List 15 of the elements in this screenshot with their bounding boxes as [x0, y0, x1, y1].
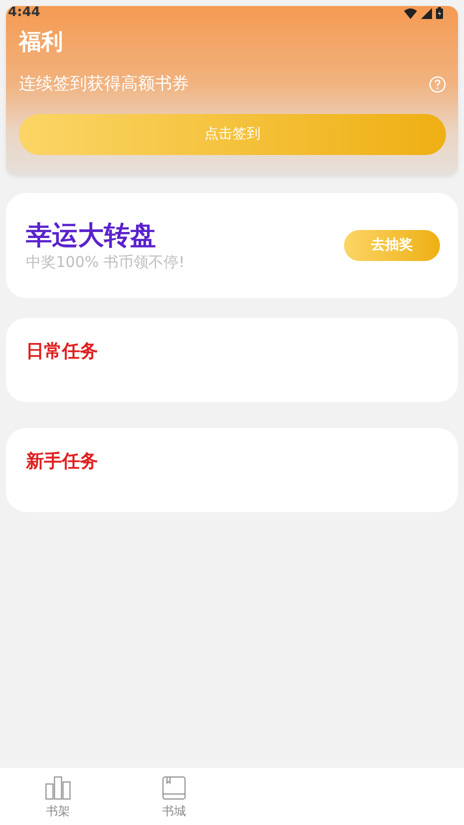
section-title: 日常任务	[26, 340, 99, 364]
card-subtitle: 中奖100% 书币领不停!	[26, 252, 185, 272]
subtitle: 连续签到获得高额书券	[19, 73, 189, 96]
wifi-icon	[404, 8, 417, 18]
status-time: 4:44	[8, 6, 40, 20]
signal-icon	[421, 8, 432, 18]
page-title: 福利	[19, 29, 64, 57]
nav-tab[interactable]: 书架	[0, 768, 116, 825]
section-title: 新手任务	[26, 450, 99, 474]
bookshelf-icon	[45, 776, 71, 800]
battery-icon	[436, 7, 443, 19]
help-icon[interactable]	[429, 76, 446, 92]
card-title: 幸运大转盘	[26, 220, 157, 252]
book-icon	[162, 776, 186, 800]
nav-tab[interactable]: 书城	[116, 768, 232, 825]
